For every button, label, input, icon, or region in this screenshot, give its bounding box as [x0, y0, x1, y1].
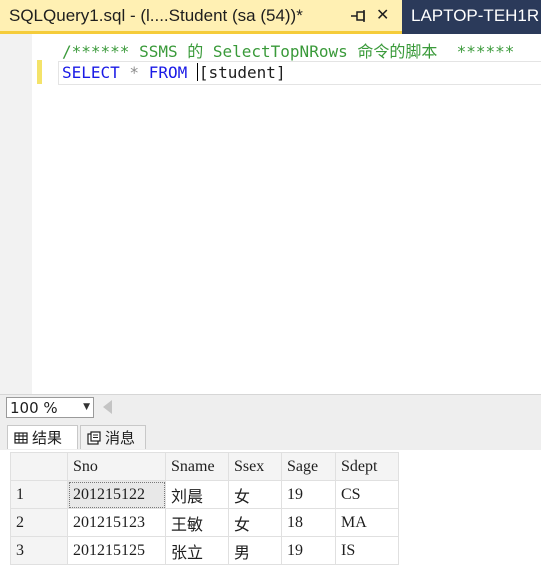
- table-row[interactable]: 3 201215125 张立 男 19 IS: [10, 536, 399, 565]
- keyword-select: SELECT: [62, 63, 120, 82]
- chevron-down-icon[interactable]: ▼: [83, 402, 90, 412]
- editor-gutter: [0, 34, 32, 394]
- tab-messages-label: 消息: [105, 429, 136, 447]
- scroll-left-icon[interactable]: [103, 400, 112, 414]
- grid-cell[interactable]: IS: [335, 536, 399, 565]
- zoom-select[interactable]: 100 % ▼: [6, 397, 94, 418]
- grid-cell[interactable]: 201215123: [67, 508, 166, 537]
- close-icon[interactable]: ✕: [376, 5, 389, 24]
- pin-icon[interactable]: [348, 6, 368, 26]
- column-header[interactable]: Ssex: [228, 452, 282, 481]
- row-number[interactable]: 3: [10, 536, 68, 565]
- column-header[interactable]: Sage: [281, 452, 336, 481]
- text-caret: [196, 63, 198, 81]
- zoom-value: 100 %: [10, 399, 58, 417]
- grid-header-row: Sno Sname Ssex Sage Sdept: [10, 452, 399, 481]
- grid-cell[interactable]: 刘晨: [165, 480, 229, 509]
- tab-results[interactable]: 结果: [7, 425, 78, 449]
- grid-cell[interactable]: MA: [335, 508, 399, 537]
- grid-cell[interactable]: 王敏: [165, 508, 229, 537]
- document-tab-strip: SQLQuery1.sql - (l....Student (sa (54))*…: [0, 0, 541, 34]
- star-operator: *: [119, 63, 149, 82]
- row-number[interactable]: 1: [10, 480, 68, 509]
- tab-title-inactive: LAPTOP-TEH1R: [411, 6, 540, 25]
- grid-cell[interactable]: 男: [228, 536, 282, 565]
- grid-cell[interactable]: 19: [281, 536, 336, 565]
- tab-results-label: 结果: [32, 429, 63, 447]
- results-grid-area: Sno Sname Ssex Sage Sdept 1 201215122 刘晨…: [0, 450, 541, 574]
- keyword-from: FROM: [148, 63, 188, 82]
- grid-cell[interactable]: 女: [228, 508, 282, 537]
- code-line-select[interactable]: SELECT * FROM [student]: [62, 63, 286, 82]
- table-reference: [student]: [198, 63, 286, 82]
- grid-cell[interactable]: 张立: [165, 536, 229, 565]
- query-editor[interactable]: /****** SSMS 的 SelectTopNRows 命令的脚本 ****…: [0, 34, 541, 394]
- changed-line-marker: [37, 60, 42, 84]
- column-header[interactable]: Sno: [67, 452, 166, 481]
- grid-cell[interactable]: 18: [281, 508, 336, 537]
- grid-cell[interactable]: CS: [335, 480, 399, 509]
- grid-cell[interactable]: 201215125: [67, 536, 166, 565]
- results-tab-strip: 结果 消息: [0, 420, 541, 450]
- column-header[interactable]: Sdept: [335, 452, 399, 481]
- grid-cell[interactable]: 201215122: [67, 480, 166, 509]
- column-header[interactable]: Sname: [165, 452, 229, 481]
- tab-messages[interactable]: 消息: [80, 425, 146, 449]
- code-line-comment: /****** SSMS 的 SelectTopNRows 命令的脚本 ****…: [62, 42, 515, 61]
- grid-corner[interactable]: [10, 452, 68, 481]
- tab-title: SQLQuery1.sql - (l....Student (sa (54))*: [9, 6, 303, 25]
- table-row[interactable]: 2 201215123 王敏 女 18 MA: [10, 508, 399, 537]
- tab-sqlquery1[interactable]: SQLQuery1.sql - (l....Student (sa (54))*…: [0, 0, 402, 34]
- grid-cell[interactable]: 19: [281, 480, 336, 509]
- messages-icon: [87, 430, 101, 445]
- grid-icon: [14, 431, 28, 444]
- zoom-bar: 100 % ▼: [0, 394, 541, 420]
- grid-cell[interactable]: 女: [228, 480, 282, 509]
- table-row[interactable]: 1 201215122 刘晨 女 19 CS: [10, 480, 399, 509]
- results-grid: Sno Sname Ssex Sage Sdept 1 201215122 刘晨…: [10, 452, 399, 565]
- row-number[interactable]: 2: [10, 508, 68, 537]
- tab-laptop[interactable]: LAPTOP-TEH1R: [402, 0, 541, 34]
